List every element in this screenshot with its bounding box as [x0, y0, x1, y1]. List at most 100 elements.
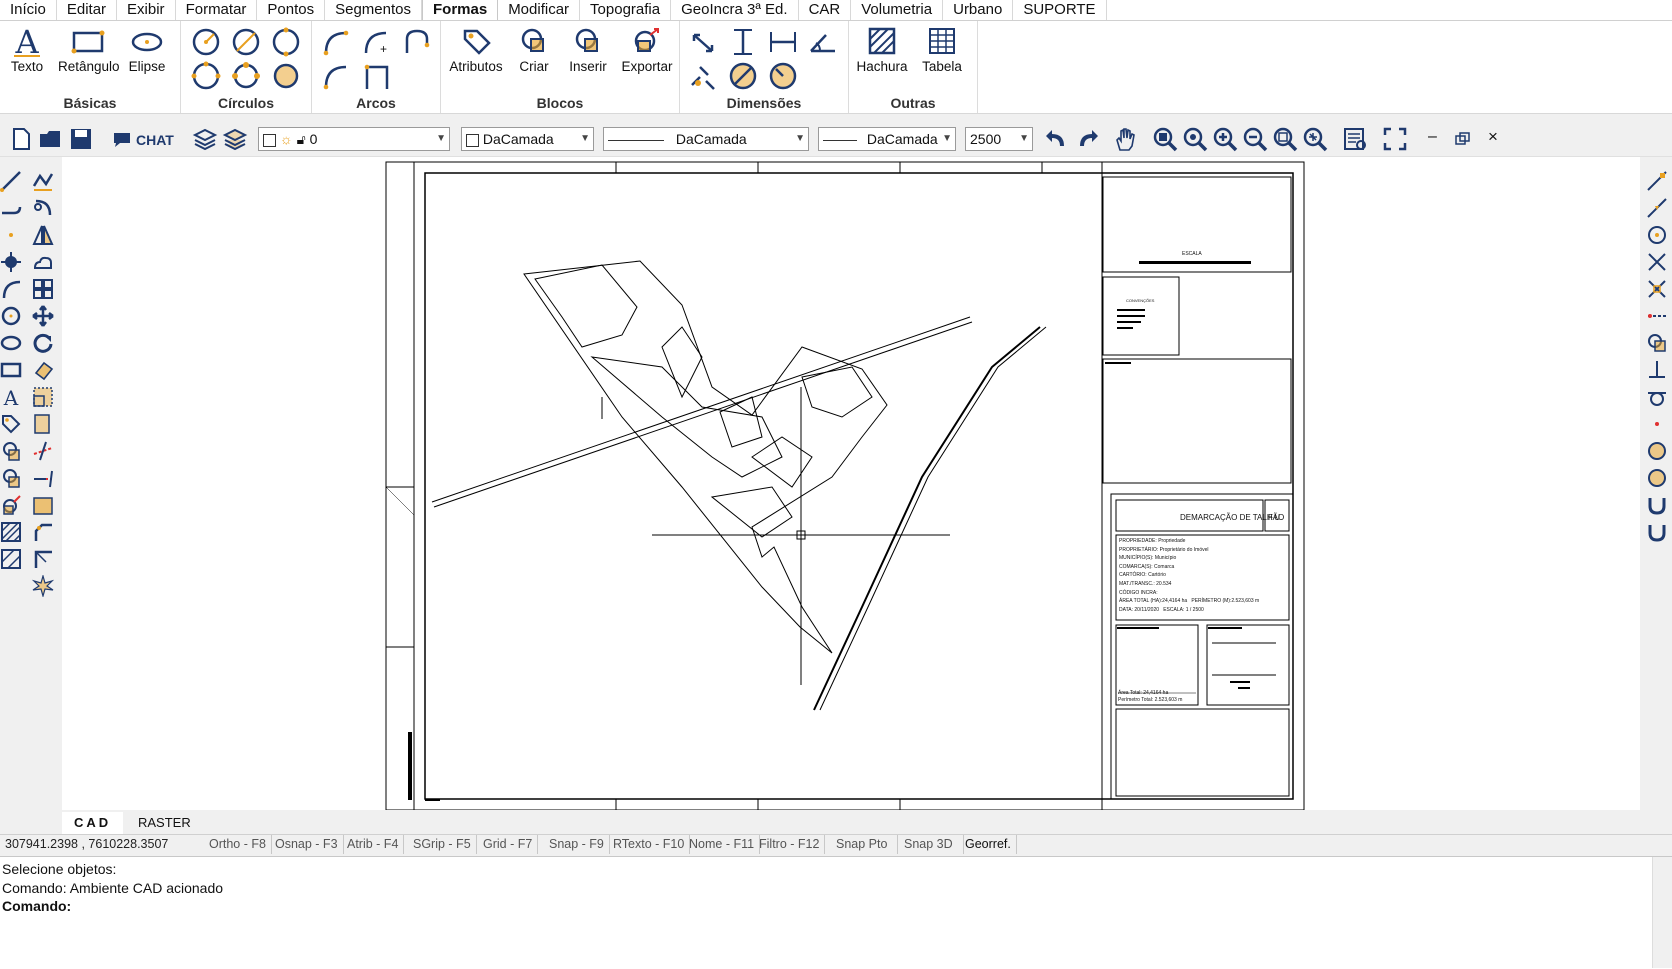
- window-minimize-button[interactable]: –: [1428, 128, 1437, 146]
- layer-manager-icon[interactable]: [222, 126, 248, 152]
- arc-center-icon[interactable]: +: [362, 27, 392, 57]
- hatch-icon[interactable]: [0, 521, 22, 543]
- pan-hand-icon[interactable]: [1112, 126, 1138, 152]
- arc-icon[interactable]: [0, 278, 22, 300]
- toggle-osnap[interactable]: Osnap - F3: [270, 835, 344, 854]
- toggle-filtro[interactable]: Filtro - F12: [754, 835, 826, 854]
- zoom-previous-icon[interactable]: [1302, 126, 1328, 152]
- snap-endpoint-icon[interactable]: [1646, 170, 1668, 192]
- linetype-select[interactable]: DaCamada ▼: [603, 127, 809, 151]
- exportar-button[interactable]: Exportar: [617, 21, 677, 74]
- block-export-icon[interactable]: [0, 494, 22, 516]
- text-icon[interactable]: A: [0, 386, 22, 408]
- toggle-snap[interactable]: Snap - F9: [544, 835, 610, 854]
- spline-icon[interactable]: [0, 197, 22, 219]
- properties-icon[interactable]: [1342, 126, 1368, 152]
- circle-center-diameter-icon[interactable]: [231, 27, 261, 57]
- trim-icon[interactable]: [32, 440, 54, 462]
- snap-intersection-icon[interactable]: [1646, 251, 1668, 273]
- menu-geoincra[interactable]: GeoIncra 3ª Ed.: [671, 0, 799, 20]
- snap-extension-icon[interactable]: [1646, 305, 1668, 327]
- command-scrollbar[interactable]: [1652, 857, 1672, 968]
- arc-3-points-icon[interactable]: [322, 27, 352, 57]
- fullscreen-icon[interactable]: [1382, 126, 1408, 152]
- toggle-atrib[interactable]: Atrib - F4: [342, 835, 405, 854]
- dimension-vertical-icon[interactable]: [728, 27, 758, 57]
- menu-volumetria[interactable]: Volumetria: [851, 0, 944, 20]
- array-icon[interactable]: [32, 278, 54, 300]
- erase-icon[interactable]: [32, 359, 54, 381]
- snap-perpendicular-icon[interactable]: [1646, 359, 1668, 381]
- snap-magnet-icon[interactable]: [1646, 494, 1668, 516]
- arc-continue-icon[interactable]: [322, 61, 352, 91]
- save-icon[interactable]: [68, 126, 94, 152]
- toggle-nome[interactable]: Nome - F11: [684, 835, 761, 854]
- snap-node-icon[interactable]: [1646, 467, 1668, 489]
- menu-car[interactable]: CAR: [799, 0, 852, 20]
- scale-select[interactable]: 2500 ▼: [965, 127, 1033, 151]
- corner-icon[interactable]: [32, 548, 54, 570]
- new-file-icon[interactable]: [8, 126, 34, 152]
- toggle-grid[interactable]: Grid - F7: [478, 835, 539, 854]
- snap-insert-icon[interactable]: [1646, 332, 1668, 354]
- undo-icon[interactable]: [1044, 126, 1070, 152]
- extend-icon[interactable]: [32, 467, 54, 489]
- dimension-diameter-icon[interactable]: [728, 61, 758, 91]
- zoom-extents-icon[interactable]: [1272, 126, 1298, 152]
- hachura-button[interactable]: Hachura: [855, 21, 909, 74]
- criar-button[interactable]: Criar: [507, 21, 561, 74]
- color-select[interactable]: DaCamada ▼: [461, 127, 594, 151]
- ellipse-icon[interactable]: [0, 332, 22, 354]
- toggle-snap-3d[interactable]: Snap 3D: [894, 835, 964, 854]
- menu-editar[interactable]: Editar: [57, 0, 118, 20]
- menu-pontos[interactable]: Pontos: [257, 0, 326, 20]
- circle-2-points-icon[interactable]: [271, 27, 301, 57]
- command-window[interactable]: Selecione objetos: Comando: Ambiente CAD…: [0, 856, 1672, 969]
- rectangle-icon[interactable]: [0, 359, 22, 381]
- drawing-canvas[interactable]: ESCALA CONVENÇÕES DEMARCAÇÃO DE TALHÃO F…: [62, 157, 1640, 810]
- line-icon[interactable]: [0, 170, 22, 192]
- move-icon[interactable]: [32, 305, 54, 327]
- explode-icon[interactable]: [32, 575, 54, 597]
- circle-tan-tan-icon[interactable]: [271, 61, 301, 91]
- zoom-window-icon[interactable]: [1152, 126, 1178, 152]
- menu-segmentos[interactable]: Segmentos: [325, 0, 422, 20]
- arc-start-end-icon[interactable]: [402, 27, 432, 57]
- circle-center-radius-icon[interactable]: [191, 27, 221, 57]
- tab-cad[interactable]: CAD: [62, 812, 124, 834]
- attribute-icon[interactable]: [0, 413, 22, 435]
- redo-icon[interactable]: [1074, 126, 1100, 152]
- move-point-icon[interactable]: [0, 251, 22, 273]
- lineweight-select[interactable]: DaCamada ▼: [818, 127, 956, 151]
- window-close-button[interactable]: ×: [1488, 127, 1498, 147]
- tab-raster[interactable]: RASTER: [126, 812, 203, 834]
- toggle-ortho[interactable]: Ortho - F8: [204, 835, 272, 854]
- cloud-icon[interactable]: [32, 251, 54, 273]
- menu-suporte[interactable]: SUPORTE: [1013, 0, 1107, 20]
- layer-select[interactable]: ☼ 🔓︎ 0 ▼: [258, 127, 450, 151]
- snap-apparent-icon[interactable]: [1646, 278, 1668, 300]
- zoom-realtime-icon[interactable]: [1182, 126, 1208, 152]
- dimension-ordinate-icon[interactable]: [688, 61, 718, 91]
- circle-3-points-icon[interactable]: [191, 61, 221, 91]
- menu-urbano[interactable]: Urbano: [943, 0, 1014, 20]
- gradient-icon[interactable]: [0, 548, 22, 570]
- menu-modificar[interactable]: Modificar: [498, 0, 581, 20]
- polyline-icon[interactable]: [32, 170, 54, 192]
- inserir-button[interactable]: Inserir: [561, 21, 615, 74]
- stretch-icon[interactable]: [32, 413, 54, 435]
- zoom-in-icon[interactable]: [1212, 126, 1238, 152]
- arc-angle-icon[interactable]: [362, 61, 392, 91]
- menu-exibir[interactable]: Exibir: [117, 0, 176, 20]
- offset-icon[interactable]: [32, 494, 54, 516]
- rotate-icon[interactable]: [32, 332, 54, 354]
- menu-inicio[interactable]: Início: [0, 0, 57, 20]
- toggle-snap-pto[interactable]: Snap Pto: [826, 835, 899, 854]
- snap-tangent-icon[interactable]: [1646, 386, 1668, 408]
- atributos-button[interactable]: Atributos: [445, 21, 507, 74]
- menu-formas[interactable]: Formas: [422, 0, 499, 20]
- chamfer-icon[interactable]: [32, 521, 54, 543]
- toggle-georref[interactable]: Georref.: [960, 835, 1017, 854]
- dimension-horizontal-icon[interactable]: [768, 27, 798, 57]
- snap-off-icon[interactable]: [1646, 521, 1668, 543]
